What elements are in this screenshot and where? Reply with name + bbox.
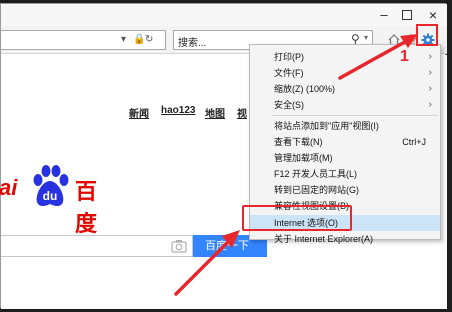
menu-item-label: 管理加载项(M) xyxy=(274,153,333,163)
logo-text-baidu: 百度 xyxy=(75,179,99,236)
menu-item-manage-addons[interactable]: 管理加载项(M) xyxy=(250,150,440,166)
close-button[interactable]: × xyxy=(426,8,440,22)
menu-item-label: F12 开发人员工具(L) xyxy=(274,169,358,179)
chevron-right-icon: › xyxy=(428,51,432,62)
minimize-button[interactable]: – xyxy=(377,8,391,22)
chevron-right-icon: › xyxy=(428,99,432,110)
menu-item-print[interactable]: 打印(P) › xyxy=(250,49,440,65)
nav-link-video[interactable]: 视 xyxy=(237,105,247,120)
menu-item-shortcut: Ctrl+J xyxy=(402,137,426,147)
menu-item-label: 关于 Internet Explorer(A) xyxy=(274,234,374,244)
menu-item-view-downloads[interactable]: 查看下载(N) Ctrl+J xyxy=(250,134,440,150)
nav-link-hao123[interactable]: hao123 xyxy=(161,105,195,116)
logo-text-du: du xyxy=(43,189,58,203)
logo-text-ai: ai xyxy=(0,175,18,200)
screenshot: – × ▾ 🔒 ↻ 搜索... ⚲ ▾ 新闻 hao123 地图 视 ai du… xyxy=(0,0,452,312)
camera-icon[interactable] xyxy=(171,239,187,253)
address-bar[interactable]: ▾ 🔒 ↻ xyxy=(1,30,166,50)
menu-item-pinned-sites[interactable]: 转到已固定的网站(G) xyxy=(250,182,440,198)
ie-window: – × ▾ 🔒 ↻ 搜索... ⚲ ▾ 新闻 hao123 地图 视 ai du… xyxy=(0,3,447,309)
menu-item-zoom[interactable]: 缩放(Z) (100%) › xyxy=(250,81,440,97)
annotation-box-gear xyxy=(416,24,438,46)
search-placeholder: 搜索... xyxy=(178,38,207,49)
annotation-box-internet-options xyxy=(242,205,352,231)
menu-item-f12-tools[interactable]: F12 开发人员工具(L) xyxy=(250,166,440,182)
dropdown-icon[interactable]: ▾ xyxy=(121,32,126,48)
menu-item-label: 缩放(Z) (100%) xyxy=(274,84,336,94)
menu-item-label: 查看下载(N) xyxy=(274,137,323,147)
title-bar: – × xyxy=(1,4,447,26)
paw-icon: du xyxy=(33,165,69,206)
maximize-button[interactable] xyxy=(400,8,414,22)
search-dropdown-icon[interactable]: ▾ xyxy=(364,33,368,42)
menu-item-label: 打印(P) xyxy=(274,52,304,62)
chevron-right-icon: › xyxy=(428,67,432,78)
lock-icon: 🔒 xyxy=(133,34,146,45)
annotation-step-number: 1 xyxy=(400,48,409,65)
nav-link-news[interactable]: 新闻 xyxy=(129,105,149,120)
refresh-icon[interactable]: ↻ xyxy=(145,32,153,48)
menu-item-label: 将站点添加到"应用"视图(I) xyxy=(274,121,379,131)
maximize-icon xyxy=(402,10,412,20)
menu-item-label: 安全(S) xyxy=(274,100,304,110)
menu-item-label: 文件(F) xyxy=(274,68,304,78)
baidu-search-input[interactable] xyxy=(1,235,193,257)
menu-item-label: 转到已固定的网站(G) xyxy=(274,185,359,195)
chevron-right-icon: › xyxy=(428,83,432,94)
menu-item-add-to-apps[interactable]: 将站点添加到"应用"视图(I) xyxy=(250,118,440,134)
menu-item-about-ie[interactable]: 关于 Internet Explorer(A) xyxy=(250,231,440,247)
menu-item-file[interactable]: 文件(F) › xyxy=(250,65,440,81)
nav-link-map[interactable]: 地图 xyxy=(205,105,225,120)
menu-separator xyxy=(272,115,438,116)
menu-item-safety[interactable]: 安全(S) › xyxy=(250,97,440,113)
